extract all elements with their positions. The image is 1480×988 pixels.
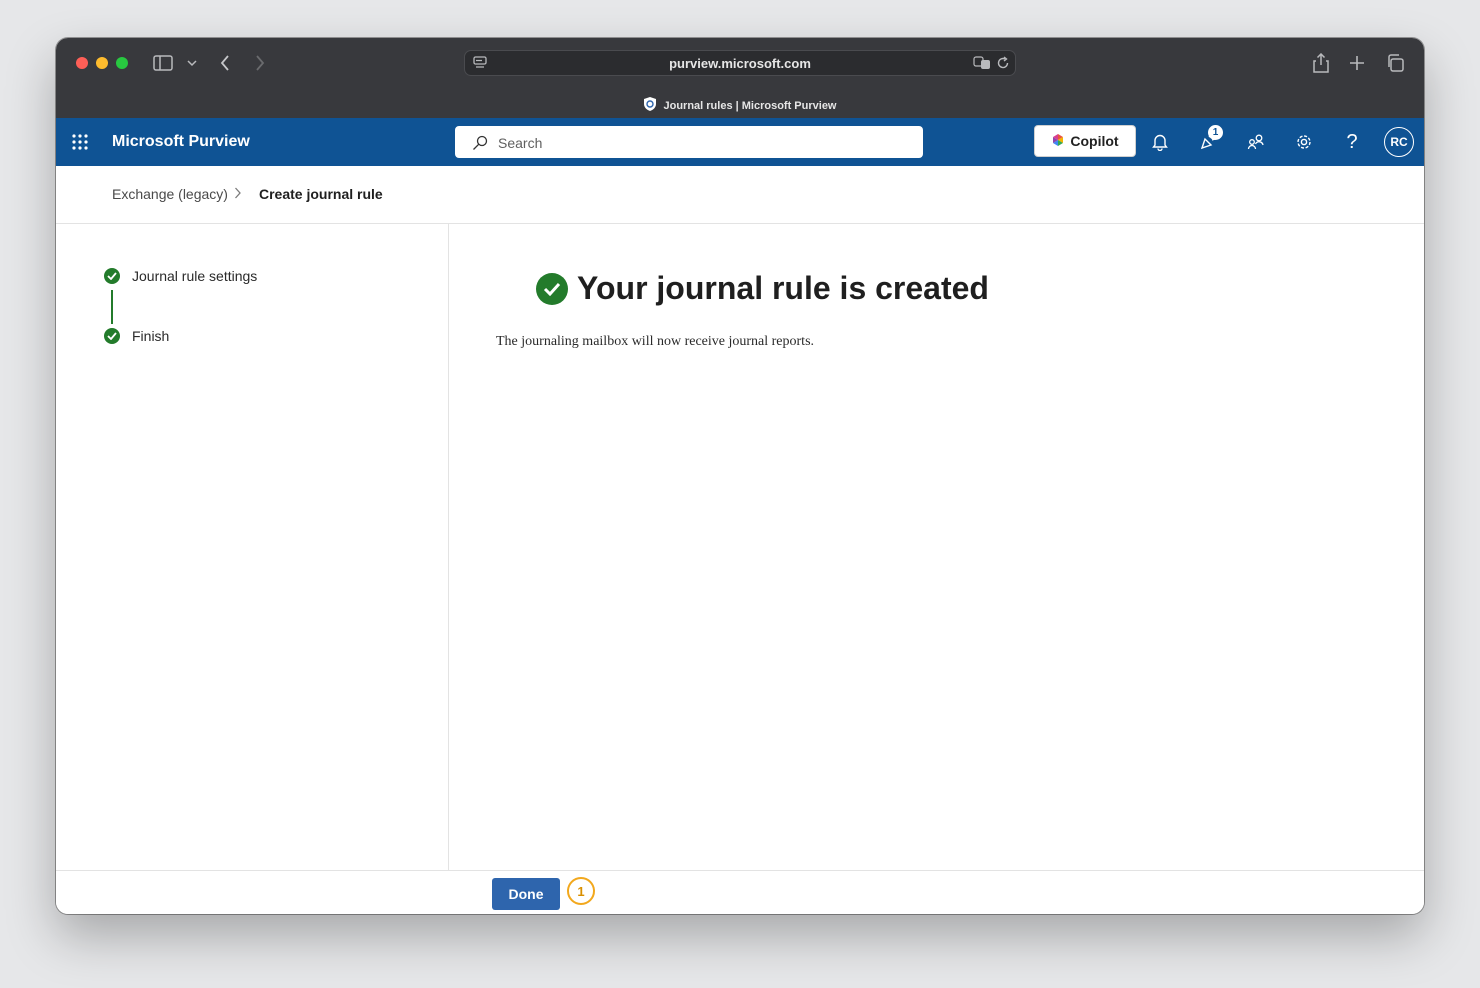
- avatar[interactable]: RC: [1384, 127, 1414, 157]
- app-launcher-icon[interactable]: [68, 130, 92, 154]
- done-button[interactable]: Done: [492, 878, 560, 910]
- search-input[interactable]: Search: [455, 126, 923, 158]
- breadcrumb-parent[interactable]: Exchange (legacy): [112, 186, 228, 202]
- tab-overview-icon[interactable]: [1385, 53, 1405, 73]
- new-tab-icon[interactable]: [1348, 53, 1366, 73]
- bell-icon[interactable]: [1148, 130, 1172, 154]
- copilot-icon: [1051, 133, 1065, 150]
- url-text: purview.microsoft.com: [669, 56, 811, 71]
- breadcrumb-current: Create journal rule: [259, 186, 383, 202]
- notification-badge: 1: [1208, 125, 1223, 140]
- wizard-steps: Journal rule settings Finish: [56, 224, 449, 870]
- chevron-down-icon[interactable]: [186, 56, 198, 70]
- zoom-window-button[interactable]: [116, 57, 128, 69]
- copilot-label: Copilot: [1070, 133, 1119, 149]
- tab-title: Journal rules | Microsoft Purview: [663, 99, 837, 112]
- page-title: Your journal rule is created: [536, 270, 989, 307]
- address-bar[interactable]: purview.microsoft.com: [464, 50, 1016, 76]
- success-check-icon: [536, 272, 568, 305]
- breadcrumb: Exchange (legacy) Create journal rule: [56, 166, 1424, 224]
- step-complete-icon: [104, 268, 120, 284]
- step-complete-icon: [104, 328, 120, 344]
- app-name[interactable]: Microsoft Purview: [112, 133, 250, 151]
- close-window-button[interactable]: [76, 57, 88, 69]
- minimize-window-button[interactable]: [96, 57, 108, 69]
- active-tab[interactable]: Journal rules | Microsoft Purview: [56, 96, 1424, 115]
- help-icon[interactable]: ?: [1340, 130, 1364, 154]
- back-icon[interactable]: [217, 53, 233, 73]
- forward-icon[interactable]: [252, 53, 268, 73]
- browser-toolbar: purview.microsoft.com Journal rules | Mi…: [56, 38, 1424, 118]
- chevron-right-icon: [234, 186, 242, 205]
- page-description: The journaling mailbox will now receive …: [496, 334, 815, 349]
- app-header: Microsoft Purview Search Copilot 1 ? RC: [56, 118, 1424, 166]
- copilot-button[interactable]: Copilot: [1034, 125, 1136, 157]
- step-connector: [111, 290, 113, 324]
- reload-icon[interactable]: [995, 55, 1011, 71]
- step-journal-rule-settings: Journal rule settings: [132, 268, 258, 284]
- sidebar-toggle-icon[interactable]: [152, 53, 174, 73]
- search-placeholder: Search: [498, 135, 543, 151]
- step-marker: 1: [567, 877, 595, 905]
- share-icon[interactable]: [1311, 52, 1331, 74]
- gear-icon[interactable]: [1292, 130, 1316, 154]
- step-finish: Finish: [132, 328, 170, 344]
- search-icon: [471, 134, 489, 152]
- shield-icon: [643, 96, 657, 115]
- title-text: Your journal rule is created: [577, 270, 989, 306]
- translate-icon[interactable]: [973, 55, 991, 71]
- wizard-footer: Done 1: [56, 870, 1424, 914]
- community-icon[interactable]: [1244, 130, 1268, 154]
- browser-window: purview.microsoft.com Journal rules | Mi…: [56, 38, 1424, 914]
